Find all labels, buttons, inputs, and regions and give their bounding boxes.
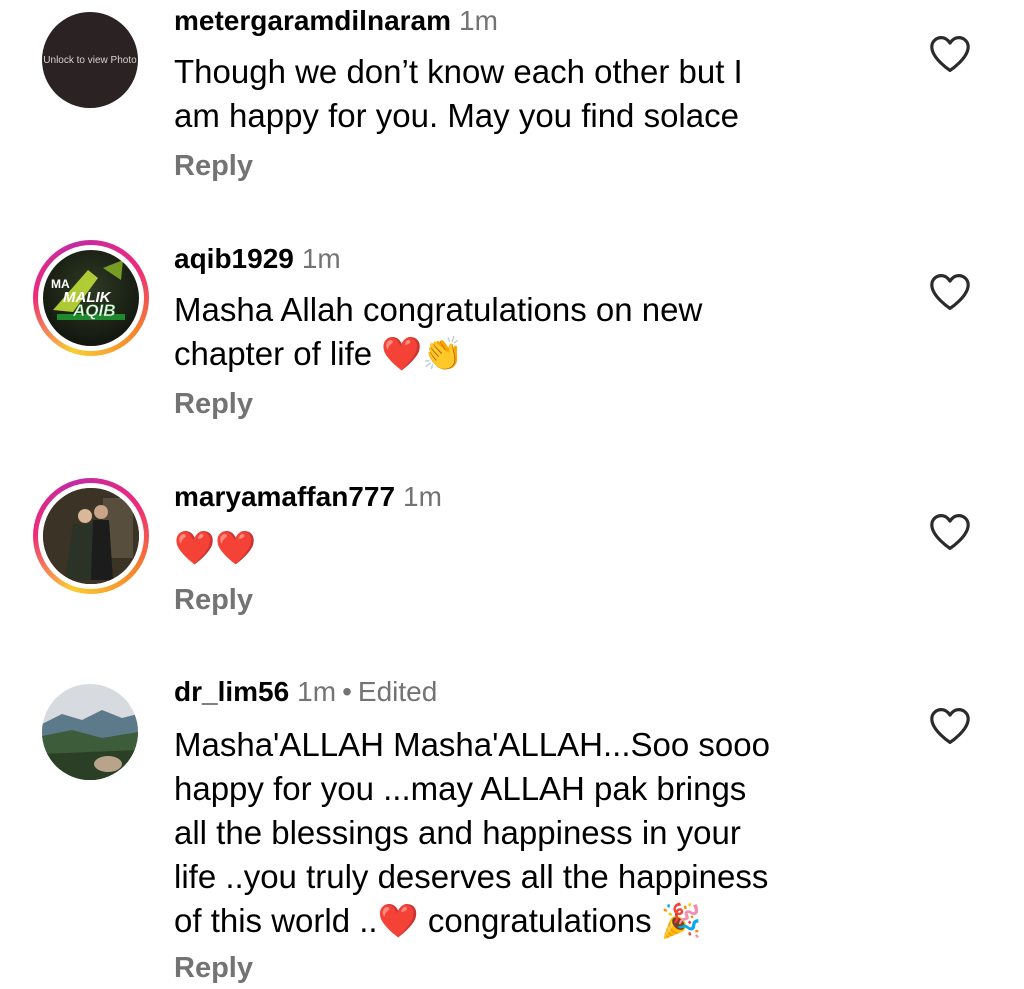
username[interactable]: aqib1929 [174,243,294,274]
comment-text-line: Though we don’t know each other but I [174,53,743,90]
comment-header: metergaramdilnaram 1m [174,4,498,38]
timestamp: 1m [297,676,337,707]
comment-header: dr_lim56 1m • Edited [174,675,437,709]
avatar-logo: MA MALIK AQIB [51,260,125,320]
like-button[interactable] [928,512,972,552]
heart-outline-icon [930,708,970,744]
comment-text: Masha Allah congratulations on new chapt… [174,288,894,376]
comment-header: aqib1929 1m [174,242,341,276]
like-button[interactable] [928,272,972,312]
avatar-locked: Unlock to view Photo [42,12,138,108]
like-button[interactable] [928,706,972,746]
heart-outline-icon [930,274,970,310]
like-button[interactable] [928,34,972,74]
comment-text-line: Masha'ALLAH Masha'ALLAH...Soo sooo [174,726,770,763]
avatar[interactable] [42,684,138,780]
reply-button[interactable]: Reply [174,388,253,421]
comment-text: ❤️❤️ [174,526,894,570]
comment-text-line: ❤️❤️ [174,529,257,566]
comment-text: Though we don’t know each other but I am… [174,50,894,138]
comment-text-line: chapter of life ❤️👏 [174,335,464,372]
edited-label: Edited [357,676,438,707]
username[interactable]: metergaramdilnaram [174,5,451,36]
avatar-landscape [42,684,138,780]
reply-button[interactable]: Reply [174,150,253,183]
comment-text-line: happy for you ...may ALLAH pak brings [174,770,747,807]
timestamp: 1m [403,481,442,512]
comment-text-line: all the blessings and happiness in your [174,814,741,851]
heart-outline-icon [930,36,970,72]
reply-button[interactable]: Reply [174,584,253,617]
comment-text-line: of this world ..❤️ congratulations 🎉 [174,902,702,939]
timestamp: 1m [301,243,341,274]
username[interactable]: maryamaffan777 [174,481,395,512]
username[interactable]: dr_lim56 [174,676,289,707]
comment-text-line: life ..you truly deserves all the happin… [174,858,769,895]
comment-text-line: am happy for you. May you find solace [174,97,739,134]
avatar-locked-label: Unlock to view Photo [43,54,137,66]
avatar-image [43,488,139,584]
avatar[interactable] [33,478,149,594]
comment-header: maryamaffan777 1m [174,480,442,514]
separator-dot: • [342,676,352,707]
avatar-image [42,684,138,780]
avatar-text-aqib: AQIB [72,301,116,320]
reply-button[interactable]: Reply [174,952,253,985]
avatar-image: MA MALIK AQIB [43,250,139,346]
comment-text: Masha'ALLAH Masha'ALLAH...Soo sooo happy… [174,723,894,943]
avatar[interactable]: MA MALIK AQIB [33,240,149,356]
timestamp: 1m [459,5,498,36]
avatar-photo [43,488,139,584]
avatar[interactable]: Unlock to view Photo [42,12,138,108]
comment-text-line: Masha Allah congratulations on new [174,291,703,328]
heart-outline-icon [930,514,970,550]
